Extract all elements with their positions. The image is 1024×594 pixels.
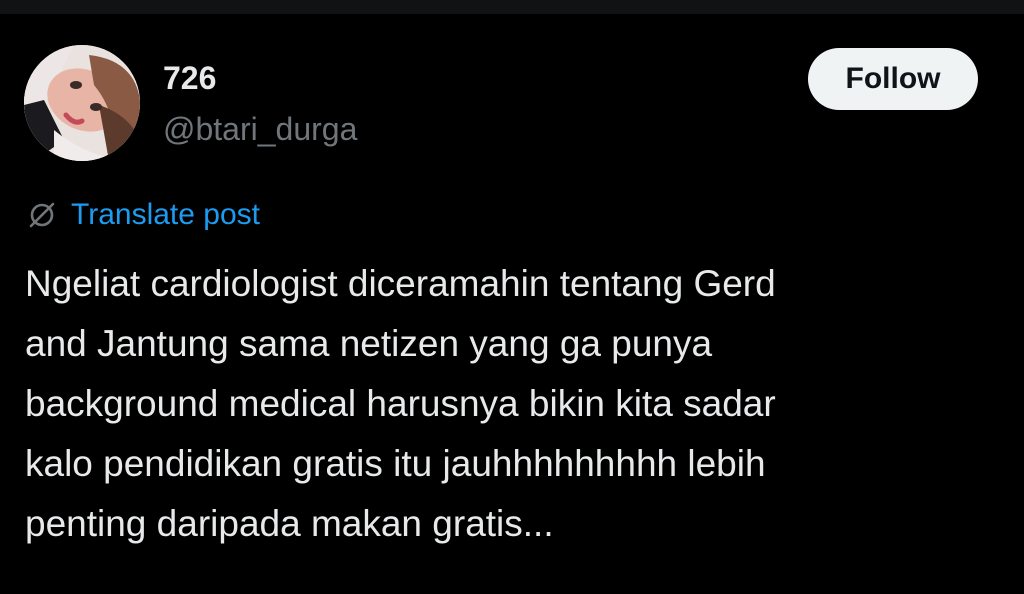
post-text-line: kalo pendidikan gratis itu jauhhhhhhhhh … [25,443,766,484]
top-divider [0,0,1024,14]
follow-button[interactable]: Follow [808,48,978,110]
post-text: Ngeliat cardiologist diceramahin tentang… [25,254,1000,554]
post-text-line: Ngeliat cardiologist diceramahin tentang… [25,263,776,304]
post-card: 726 @btari_durga Follow Translate post N… [0,14,1024,594]
translate-post-row[interactable]: Translate post [27,197,260,233]
globe-slash-icon [27,200,57,230]
translate-post-link[interactable]: Translate post [71,197,260,233]
post-text-line: and Jantung sama netizen yang ga punya [25,323,713,364]
author-display-name[interactable]: 726 [163,60,216,96]
avatar-photo-icon [24,45,140,161]
avatar[interactable] [24,45,140,161]
post-text-line: penting daripada makan gratis... [25,503,554,544]
post-text-line: background medical harusnya bikin kita s… [25,383,776,424]
author-handle[interactable]: @btari_durga [163,111,357,147]
